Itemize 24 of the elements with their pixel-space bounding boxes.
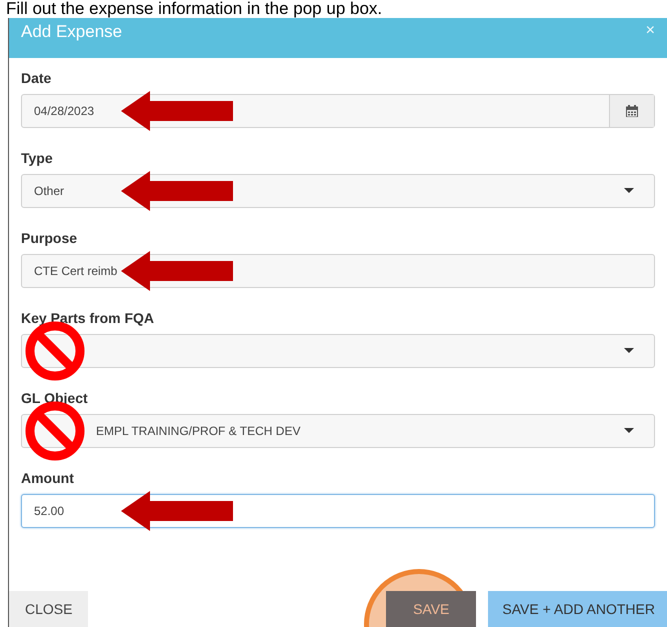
dropdown-field[interactable]: Other (21, 174, 655, 208)
caret-icon (624, 428, 634, 433)
dropdown-field[interactable]: EMPL TRAINING/PROF & TECH DEV (21, 414, 655, 448)
field-label: Type (21, 150, 54, 166)
field-label: Purpose (21, 230, 78, 246)
field-label: Key Parts from FQA (21, 310, 156, 326)
calendar-icon (626, 105, 638, 117)
field-label: Amount (21, 470, 75, 486)
dialog-button[interactable]: SAVE + ADD ANOTHER (488, 591, 667, 627)
date-field[interactable]: 04/28/2023 (21, 94, 655, 128)
dropdown-field[interactable] (21, 334, 655, 368)
dialog-button[interactable]: CLOSE (9, 591, 88, 627)
caret-icon (624, 188, 634, 193)
dialog-title: Add Expense (21, 22, 122, 42)
input-field[interactable]: CTE Cert reimb (21, 254, 655, 288)
input-field[interactable]: 52.00 (21, 494, 655, 528)
arrow-icon (121, 491, 233, 531)
arrow-icon (121, 251, 233, 291)
caret-icon (624, 348, 634, 353)
caption-text: Fill out the expense information in the pop up box. (5, 0, 384, 18)
calendar-button[interactable] (609, 95, 654, 127)
field-label: Date (21, 70, 52, 86)
arrow-icon (121, 171, 233, 211)
arrow-icon (121, 91, 233, 131)
